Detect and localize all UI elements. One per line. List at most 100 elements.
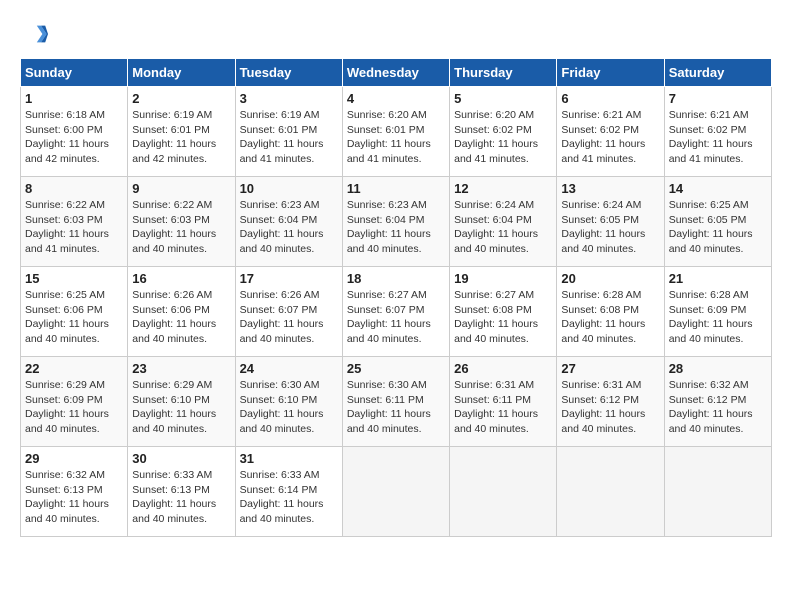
day-info: Sunrise: 6:31 AM Sunset: 6:11 PM Dayligh… [454,378,552,437]
weekday-header: Thursday [450,59,557,87]
day-number: 30 [132,451,230,466]
calendar-day-cell: 31 Sunrise: 6:33 AM Sunset: 6:14 PM Dayl… [235,447,342,537]
calendar-day-cell: 6 Sunrise: 6:21 AM Sunset: 6:02 PM Dayli… [557,87,664,177]
calendar-week-row: 1 Sunrise: 6:18 AM Sunset: 6:00 PM Dayli… [21,87,772,177]
day-info: Sunrise: 6:27 AM Sunset: 6:08 PM Dayligh… [454,288,552,347]
calendar-day-cell: 14 Sunrise: 6:25 AM Sunset: 6:05 PM Dayl… [664,177,771,267]
day-number: 3 [240,91,338,106]
day-info: Sunrise: 6:24 AM Sunset: 6:04 PM Dayligh… [454,198,552,257]
day-number: 26 [454,361,552,376]
calendar-week-row: 29 Sunrise: 6:32 AM Sunset: 6:13 PM Dayl… [21,447,772,537]
day-number: 18 [347,271,445,286]
weekday-header: Saturday [664,59,771,87]
calendar-week-row: 8 Sunrise: 6:22 AM Sunset: 6:03 PM Dayli… [21,177,772,267]
calendar-day-cell [450,447,557,537]
day-number: 7 [669,91,767,106]
day-number: 10 [240,181,338,196]
calendar-day-cell: 4 Sunrise: 6:20 AM Sunset: 6:01 PM Dayli… [342,87,449,177]
calendar-day-cell: 5 Sunrise: 6:20 AM Sunset: 6:02 PM Dayli… [450,87,557,177]
day-number: 8 [25,181,123,196]
calendar-day-cell [557,447,664,537]
day-number: 2 [132,91,230,106]
day-info: Sunrise: 6:28 AM Sunset: 6:08 PM Dayligh… [561,288,659,347]
calendar-day-cell: 8 Sunrise: 6:22 AM Sunset: 6:03 PM Dayli… [21,177,128,267]
calendar-day-cell: 24 Sunrise: 6:30 AM Sunset: 6:10 PM Dayl… [235,357,342,447]
calendar-day-cell: 20 Sunrise: 6:28 AM Sunset: 6:08 PM Dayl… [557,267,664,357]
day-number: 17 [240,271,338,286]
day-number: 16 [132,271,230,286]
calendar-day-cell: 26 Sunrise: 6:31 AM Sunset: 6:11 PM Dayl… [450,357,557,447]
calendar-day-cell [664,447,771,537]
calendar-day-cell: 10 Sunrise: 6:23 AM Sunset: 6:04 PM Dayl… [235,177,342,267]
day-info: Sunrise: 6:22 AM Sunset: 6:03 PM Dayligh… [132,198,230,257]
calendar-week-row: 22 Sunrise: 6:29 AM Sunset: 6:09 PM Dayl… [21,357,772,447]
logo [20,20,52,48]
calendar-day-cell: 30 Sunrise: 6:33 AM Sunset: 6:13 PM Dayl… [128,447,235,537]
calendar-day-cell: 19 Sunrise: 6:27 AM Sunset: 6:08 PM Dayl… [450,267,557,357]
calendar-day-cell: 7 Sunrise: 6:21 AM Sunset: 6:02 PM Dayli… [664,87,771,177]
day-info: Sunrise: 6:27 AM Sunset: 6:07 PM Dayligh… [347,288,445,347]
day-info: Sunrise: 6:30 AM Sunset: 6:11 PM Dayligh… [347,378,445,437]
day-number: 29 [25,451,123,466]
calendar-day-cell: 3 Sunrise: 6:19 AM Sunset: 6:01 PM Dayli… [235,87,342,177]
weekday-header: Sunday [21,59,128,87]
day-info: Sunrise: 6:20 AM Sunset: 6:01 PM Dayligh… [347,108,445,167]
weekday-header-row: SundayMondayTuesdayWednesdayThursdayFrid… [21,59,772,87]
day-number: 25 [347,361,445,376]
day-info: Sunrise: 6:32 AM Sunset: 6:13 PM Dayligh… [25,468,123,527]
calendar-day-cell: 17 Sunrise: 6:26 AM Sunset: 6:07 PM Dayl… [235,267,342,357]
calendar-week-row: 15 Sunrise: 6:25 AM Sunset: 6:06 PM Dayl… [21,267,772,357]
day-number: 28 [669,361,767,376]
calendar-day-cell: 27 Sunrise: 6:31 AM Sunset: 6:12 PM Dayl… [557,357,664,447]
day-number: 23 [132,361,230,376]
day-number: 31 [240,451,338,466]
calendar-day-cell: 13 Sunrise: 6:24 AM Sunset: 6:05 PM Dayl… [557,177,664,267]
day-info: Sunrise: 6:29 AM Sunset: 6:09 PM Dayligh… [25,378,123,437]
day-info: Sunrise: 6:32 AM Sunset: 6:12 PM Dayligh… [669,378,767,437]
calendar-day-cell: 25 Sunrise: 6:30 AM Sunset: 6:11 PM Dayl… [342,357,449,447]
day-info: Sunrise: 6:23 AM Sunset: 6:04 PM Dayligh… [240,198,338,257]
calendar-day-cell: 18 Sunrise: 6:27 AM Sunset: 6:07 PM Dayl… [342,267,449,357]
day-number: 12 [454,181,552,196]
day-info: Sunrise: 6:28 AM Sunset: 6:09 PM Dayligh… [669,288,767,347]
day-number: 13 [561,181,659,196]
day-number: 19 [454,271,552,286]
calendar-day-cell: 29 Sunrise: 6:32 AM Sunset: 6:13 PM Dayl… [21,447,128,537]
day-info: Sunrise: 6:21 AM Sunset: 6:02 PM Dayligh… [669,108,767,167]
day-number: 24 [240,361,338,376]
day-info: Sunrise: 6:18 AM Sunset: 6:00 PM Dayligh… [25,108,123,167]
day-info: Sunrise: 6:20 AM Sunset: 6:02 PM Dayligh… [454,108,552,167]
day-info: Sunrise: 6:29 AM Sunset: 6:10 PM Dayligh… [132,378,230,437]
calendar-day-cell: 16 Sunrise: 6:26 AM Sunset: 6:06 PM Dayl… [128,267,235,357]
day-number: 27 [561,361,659,376]
calendar-day-cell: 22 Sunrise: 6:29 AM Sunset: 6:09 PM Dayl… [21,357,128,447]
calendar-day-cell: 12 Sunrise: 6:24 AM Sunset: 6:04 PM Dayl… [450,177,557,267]
day-info: Sunrise: 6:26 AM Sunset: 6:06 PM Dayligh… [132,288,230,347]
calendar-day-cell: 1 Sunrise: 6:18 AM Sunset: 6:00 PM Dayli… [21,87,128,177]
day-info: Sunrise: 6:22 AM Sunset: 6:03 PM Dayligh… [25,198,123,257]
calendar-day-cell: 15 Sunrise: 6:25 AM Sunset: 6:06 PM Dayl… [21,267,128,357]
calendar-day-cell: 11 Sunrise: 6:23 AM Sunset: 6:04 PM Dayl… [342,177,449,267]
calendar-day-cell: 21 Sunrise: 6:28 AM Sunset: 6:09 PM Dayl… [664,267,771,357]
page-header [20,20,772,48]
day-info: Sunrise: 6:31 AM Sunset: 6:12 PM Dayligh… [561,378,659,437]
day-number: 4 [347,91,445,106]
day-info: Sunrise: 6:23 AM Sunset: 6:04 PM Dayligh… [347,198,445,257]
logo-icon [20,20,48,48]
day-number: 15 [25,271,123,286]
day-number: 9 [132,181,230,196]
day-info: Sunrise: 6:30 AM Sunset: 6:10 PM Dayligh… [240,378,338,437]
day-number: 11 [347,181,445,196]
weekday-header: Friday [557,59,664,87]
calendar-day-cell [342,447,449,537]
day-info: Sunrise: 6:25 AM Sunset: 6:05 PM Dayligh… [669,198,767,257]
calendar-day-cell: 23 Sunrise: 6:29 AM Sunset: 6:10 PM Dayl… [128,357,235,447]
day-number: 20 [561,271,659,286]
day-number: 1 [25,91,123,106]
day-number: 6 [561,91,659,106]
day-number: 5 [454,91,552,106]
weekday-header: Monday [128,59,235,87]
calendar-day-cell: 2 Sunrise: 6:19 AM Sunset: 6:01 PM Dayli… [128,87,235,177]
weekday-header: Tuesday [235,59,342,87]
day-number: 14 [669,181,767,196]
